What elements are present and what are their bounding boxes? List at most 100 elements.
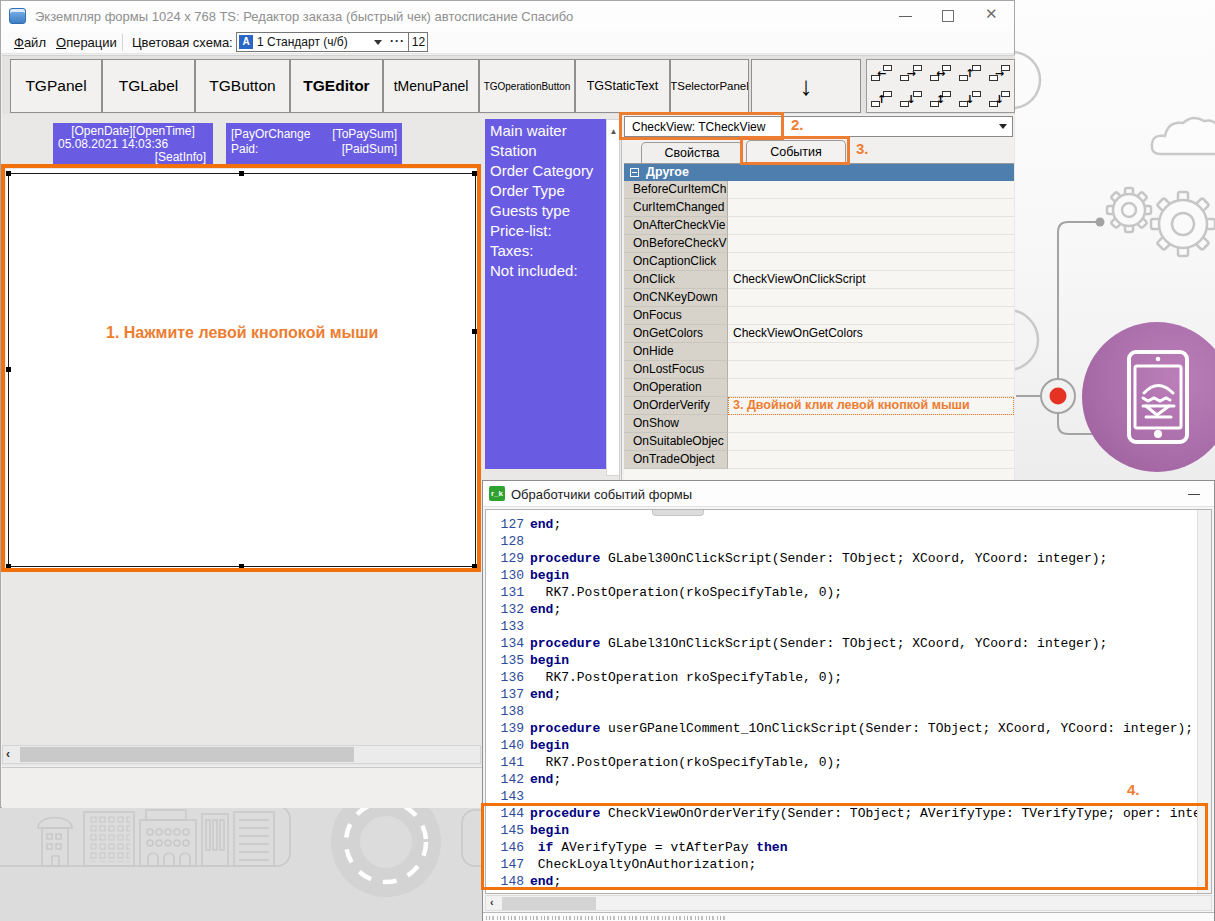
event-value[interactable] [728, 433, 1014, 451]
scheme-dropdown-icon[interactable] [374, 40, 382, 49]
event-row[interactable]: OnGetColors CheckViewOnGetColors [624, 325, 1014, 343]
event-row[interactable]: OnHide [624, 343, 1014, 361]
event-value[interactable] [728, 289, 1014, 307]
event-name[interactable]: OnOrderVerify [624, 397, 728, 415]
event-name[interactable]: OnCaptionClick [624, 253, 728, 271]
event-value[interactable]: CheckViewOnGetColors [728, 325, 1014, 343]
component-button[interactable]: tMenuPanel [383, 59, 479, 113]
event-value[interactable] [728, 379, 1014, 397]
align-down-icon[interactable]: ↓ [896, 86, 925, 112]
order-info-menu-panel[interactable]: Main waiterStationOrder CategoryOrder Ty… [485, 119, 606, 469]
event-row[interactable]: OnOrderVerify 3. Двойной клик левой кноп… [624, 397, 1014, 415]
date-panel[interactable]: [OpenDate][OpenTime] 05.08.2021 14:03:36… [53, 123, 213, 165]
event-value[interactable] [728, 181, 1014, 199]
event-value[interactable] [728, 199, 1014, 217]
object-selector-dropdown-icon[interactable] [995, 117, 1012, 136]
event-value[interactable] [728, 343, 1014, 361]
align-horizontal-icon[interactable]: ↔ [926, 60, 955, 86]
group-header[interactable]: Другое [624, 164, 1014, 181]
event-name[interactable]: OnHide [624, 343, 728, 361]
align-bottom-icon[interactable]: ↓ [985, 86, 1014, 112]
component-button[interactable]: TGPanel [10, 59, 102, 113]
align-to-right-icon[interactable]: → [985, 60, 1014, 86]
component-button[interactable]: TGLabel [102, 59, 195, 113]
code-line[interactable]: 130begin [486, 567, 1196, 584]
event-row[interactable]: OnSuitableObjec [624, 433, 1014, 451]
event-row[interactable]: OnAfterCheckVie [624, 217, 1014, 235]
code-line[interactable]: 127end; [486, 516, 1196, 533]
event-name[interactable]: CurItemChanged [624, 199, 728, 217]
event-value[interactable] [728, 217, 1014, 235]
event-name[interactable]: OnLostFocus [624, 361, 728, 379]
minimize-button[interactable] [899, 16, 912, 17]
component-button[interactable]: TGButton [195, 59, 290, 113]
event-row[interactable]: OnCaptionClick [624, 253, 1014, 271]
align-right-icon[interactable]: → [896, 60, 925, 86]
event-row[interactable]: CurItemChanged [624, 199, 1014, 217]
event-row[interactable]: OnFocus [624, 307, 1014, 325]
event-name[interactable]: OnCNKeyDown [624, 289, 728, 307]
code-line[interactable]: 131 RK7.PostOperation(rkoSpecifyTable, 0… [486, 584, 1196, 601]
color-scheme-combo[interactable]: A 1 Стандарт (ч/б) ··· 12 [236, 32, 428, 52]
event-value[interactable]: CheckViewOnClickScript [728, 271, 1014, 289]
close-button[interactable]: ✕ [985, 5, 998, 23]
code-line[interactable]: 132end; [486, 601, 1196, 618]
event-row[interactable]: OnLostFocus [624, 361, 1014, 379]
event-value[interactable] [728, 451, 1014, 469]
code-line[interactable]: 129procedure GLabel30OnClickScript(Sende… [486, 550, 1196, 567]
event-name[interactable]: OnOperation [624, 379, 728, 397]
event-row[interactable]: BeforeCurItemCh [624, 181, 1014, 199]
event-row[interactable]: OnBeforeCheckV [624, 235, 1014, 253]
event-value[interactable] [728, 253, 1014, 271]
event-name[interactable]: OnBeforeCheckV [624, 235, 728, 253]
event-value[interactable] [728, 235, 1014, 253]
scroll-left-icon[interactable]: ‹ [6, 747, 10, 761]
event-name[interactable]: OnGetColors [624, 325, 728, 343]
scroll-up-icon[interactable]: ▲ [610, 127, 618, 136]
event-name[interactable]: OnSuitableObjec [624, 433, 728, 451]
handlers-minimize-button[interactable] [1188, 494, 1200, 495]
menu-operations[interactable]: Операции [56, 35, 117, 50]
align-to-bottom-icon[interactable]: ↓ [955, 86, 984, 112]
event-name[interactable]: OnAfterCheckVie [624, 217, 728, 235]
code-line[interactable]: 138 [486, 703, 1196, 720]
scrollbar-thumb[interactable] [20, 747, 354, 762]
event-row[interactable]: OnCNKeyDown [624, 289, 1014, 307]
event-row[interactable]: OnClick CheckViewOnClickScript [624, 271, 1014, 289]
tab-properties[interactable]: Свойства [641, 142, 743, 163]
event-row[interactable]: OnOperation [624, 379, 1014, 397]
collapse-icon[interactable] [630, 168, 639, 177]
code-line[interactable]: 136 RK7.PostOperation rkoSpecifyTable, 0… [486, 669, 1196, 686]
code-horizontal-scrollbar[interactable]: ‹ [485, 895, 1212, 911]
scroll-left-icon[interactable]: ‹ [490, 896, 494, 908]
design-horizontal-scrollbar[interactable]: ‹ [2, 745, 481, 764]
align-vertical-icon[interactable]: ↕ [926, 86, 955, 112]
code-line[interactable]: 140begin [486, 737, 1196, 754]
align-up-icon[interactable]: ↑ [867, 86, 896, 112]
component-button[interactable]: TGOperationButton [479, 59, 575, 113]
code-line[interactable]: 134procedure GLabel31OnClickScript(Sende… [486, 635, 1196, 652]
event-row[interactable]: OnShow [624, 415, 1014, 433]
scheme-more-button[interactable]: ··· [390, 34, 405, 48]
code-line[interactable]: 137end; [486, 686, 1196, 703]
menu-file[interactable]: Файл [14, 35, 46, 50]
event-name[interactable]: BeforeCurItemCh [624, 181, 728, 199]
arrow-tool-button[interactable]: ↓ [751, 59, 861, 113]
event-name[interactable]: OnClick [624, 271, 728, 289]
event-name[interactable]: OnFocus [624, 307, 728, 325]
event-value[interactable] [728, 307, 1014, 325]
code-line[interactable]: 139procedure userGPanelComment_1OnClickS… [486, 720, 1196, 737]
code-line[interactable]: 141 RK7.PostOperation(rkoSpecifyTable, 0… [486, 754, 1196, 771]
event-value[interactable]: 3. Двойной клик левой кнопкой мыши [728, 397, 1014, 415]
event-name[interactable]: OnTradeObject [624, 451, 728, 469]
event-value[interactable] [728, 361, 1014, 379]
align-left-icon[interactable]: ← [867, 60, 896, 86]
align-top-icon[interactable]: ↑ [955, 60, 984, 86]
font-size-value[interactable]: 12 [409, 35, 428, 49]
code-line[interactable]: 142end; [486, 771, 1196, 788]
event-value[interactable] [728, 415, 1014, 433]
code-line[interactable]: 128 [486, 533, 1196, 550]
event-name[interactable]: OnShow [624, 415, 728, 433]
pay-panel[interactable]: [PayOrChange [ToPaySum] Paid: [PaidSum] [226, 123, 402, 165]
code-line[interactable]: 133 [486, 618, 1196, 635]
